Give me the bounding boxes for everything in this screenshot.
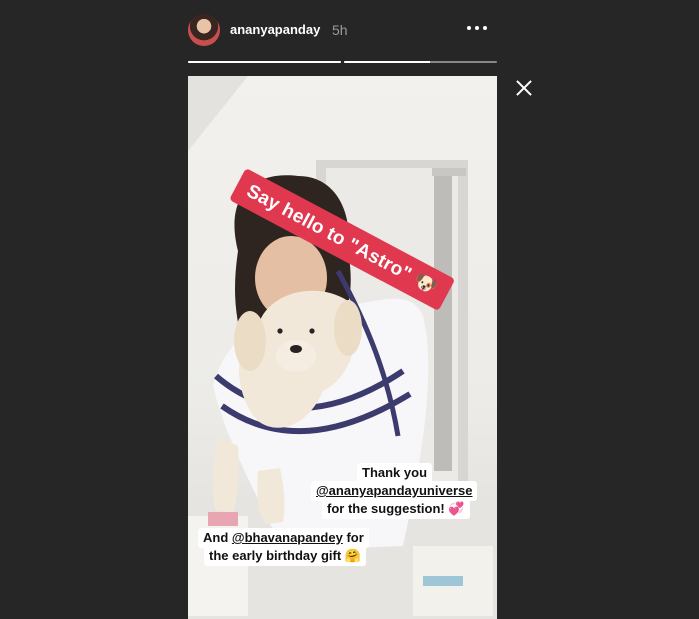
avatar[interactable]	[188, 14, 220, 46]
mention-link[interactable]: @ananyapandayuniverse	[316, 483, 472, 498]
story-progress	[188, 61, 497, 64]
thanks-caption-line2: @ananyapandayuniverse	[311, 481, 478, 501]
story-header: ananyapanday 5h	[188, 14, 497, 48]
close-icon[interactable]	[512, 76, 536, 100]
gift-prefix: And	[203, 530, 232, 545]
progress-fill	[188, 61, 341, 63]
gift-caption-line2: the early birthday gift 🤗	[204, 546, 366, 566]
story-viewer: ananyapanday 5h Say hello to "Astro" 🐶 T…	[0, 0, 699, 619]
mention-link[interactable]: @bhavanapandey	[232, 530, 343, 545]
progress-segment	[344, 61, 497, 63]
story-time: 5h	[332, 22, 348, 38]
more-options-icon[interactable]	[467, 18, 489, 38]
progress-fill	[344, 61, 430, 63]
username[interactable]: ananyapanday	[230, 22, 320, 37]
progress-segment	[188, 61, 341, 63]
thanks-caption-line1: Thank you	[357, 463, 433, 483]
gift-caption-line1: And @bhavanapandey for	[198, 528, 369, 548]
thanks-caption-line3: for the suggestion! 💞	[322, 499, 470, 519]
gift-suffix: for	[342, 530, 364, 545]
